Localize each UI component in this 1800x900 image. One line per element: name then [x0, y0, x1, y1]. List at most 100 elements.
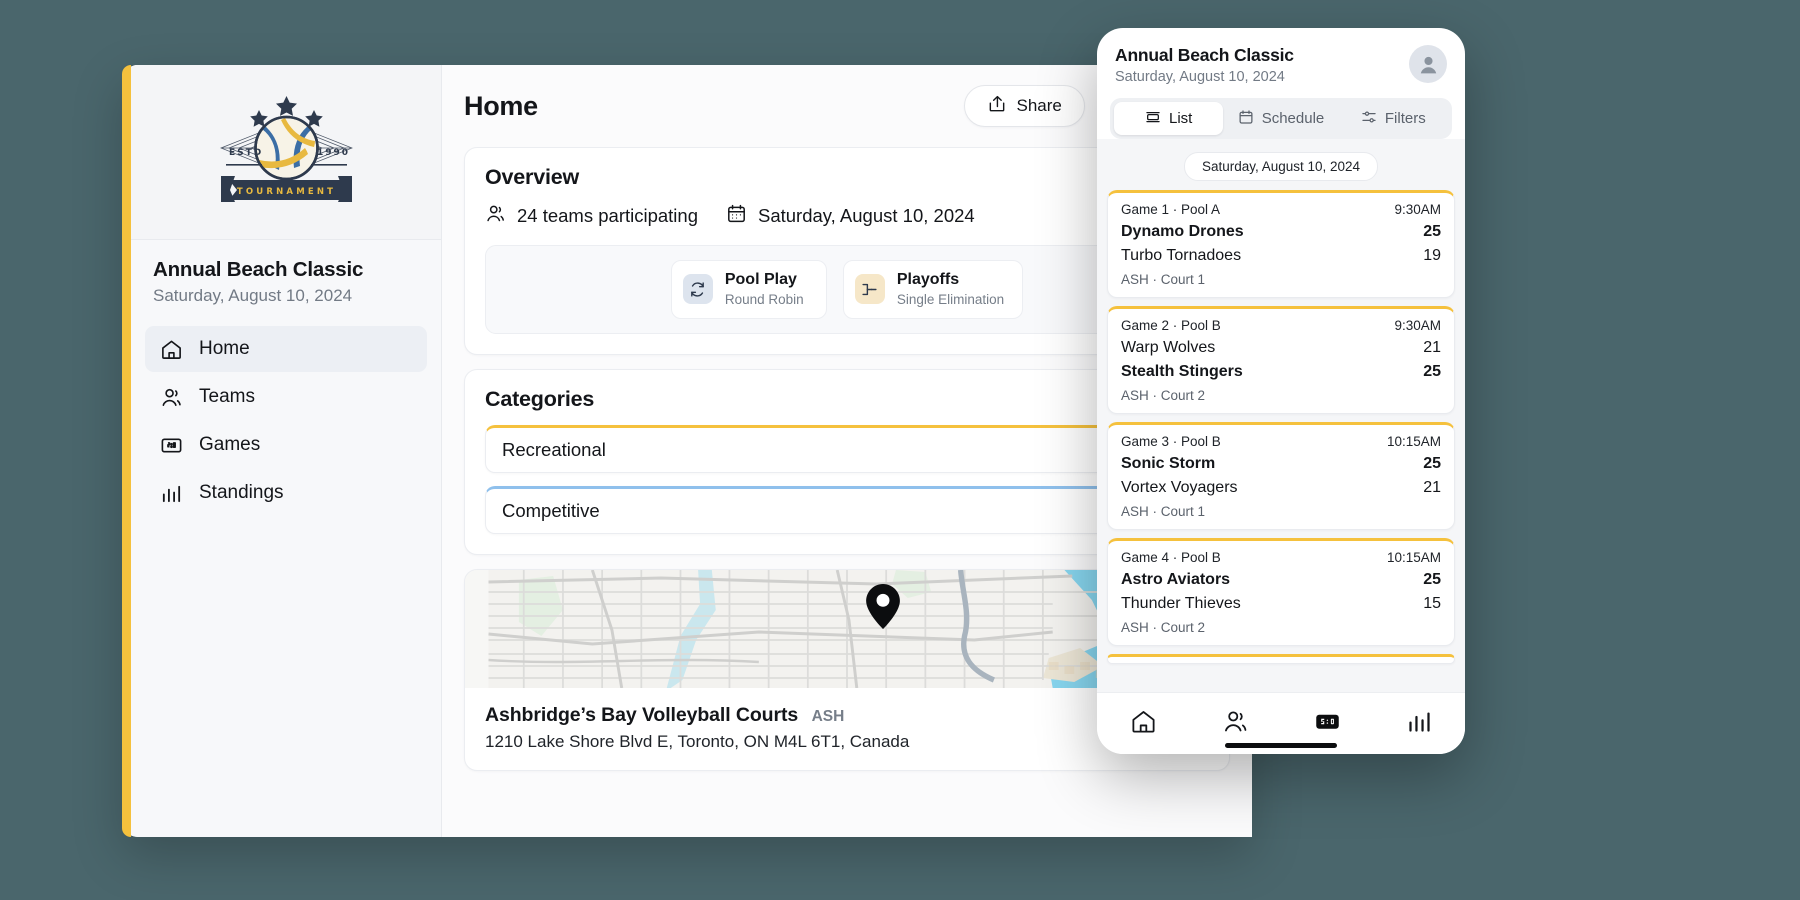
logo-year-text: 1990 — [317, 148, 350, 158]
phone-titles: Annual Beach Classic Saturday, August 10… — [1115, 45, 1409, 85]
game-card[interactable]: Game 3 · Pool B 10:15AM Sonic Storm 25 V… — [1107, 422, 1455, 530]
game-card[interactable]: Game 2 · Pool B 9:30AM Warp Wolves 21 St… — [1107, 306, 1455, 414]
team-score: 19 — [1423, 247, 1441, 265]
phone-game-list[interactable]: Saturday, August 10, 2024 Game 1 · Pool … — [1097, 139, 1465, 692]
game-card[interactable]: Game 4 · Pool B 10:15AM Astro Aviators 2… — [1107, 538, 1455, 646]
volleyball-tournament-logo: ESTD 1990 TOURNAMENT — [199, 88, 374, 216]
game-card-partial[interactable] — [1107, 654, 1455, 664]
sidebar-item-label: Games — [199, 434, 260, 456]
game-team-row: Astro Aviators 25 — [1121, 571, 1441, 589]
game-court: ASH · Court 2 — [1121, 388, 1441, 403]
avatar[interactable] — [1409, 45, 1447, 83]
team-score: 25 — [1423, 363, 1441, 381]
sidebar-item-standings[interactable]: Standings — [145, 470, 427, 516]
sidebar-item-games[interactable]: Games — [145, 422, 427, 468]
game-court: ASH · Court 1 — [1121, 504, 1441, 519]
sidebar: ESTD 1990 TOURNAMENT Annual Beach Classi… — [122, 65, 442, 837]
location-code: ASH — [812, 708, 845, 725]
team-score: 25 — [1423, 455, 1441, 473]
people-icon — [1222, 708, 1249, 740]
format-pool-play[interactable]: Pool Play Round Robin — [671, 260, 827, 319]
bar-chart-icon — [1406, 708, 1433, 740]
tab-label: List — [1169, 110, 1192, 127]
phone-header: Annual Beach Classic Saturday, August 10… — [1097, 28, 1465, 85]
game-court: ASH · Court 2 — [1121, 620, 1441, 635]
team-name: Warp Wolves — [1121, 339, 1423, 357]
team-score: 25 — [1423, 571, 1441, 589]
scoreboard-icon — [1314, 708, 1341, 740]
sidebar-item-teams[interactable]: Teams — [145, 374, 427, 420]
teams-count-label: 24 teams participating — [517, 205, 698, 227]
team-name: Stealth Stingers — [1121, 363, 1423, 381]
share-button[interactable]: Share — [964, 85, 1085, 127]
tab-label: Filters — [1385, 110, 1426, 127]
date-chip: Saturday, August 10, 2024 — [1184, 152, 1378, 181]
sidebar-item-home[interactable]: Home — [145, 326, 427, 372]
refresh-icon — [683, 274, 713, 304]
location-name: Ashbridge’s Bay Volleyball Courts — [485, 704, 798, 726]
tab-label: Schedule — [1262, 110, 1325, 127]
game-label: Game 4 · Pool B — [1121, 550, 1387, 565]
sidebar-header: Annual Beach Classic Saturday, August 10… — [131, 240, 441, 316]
bottom-nav-games[interactable] — [1281, 708, 1373, 740]
overview-date-label: Saturday, August 10, 2024 — [758, 205, 975, 227]
logo-estd-text: ESTD — [229, 148, 263, 158]
phone-date: Saturday, August 10, 2024 — [1115, 69, 1409, 85]
logo-banner-text: TOURNAMENT — [236, 187, 335, 197]
overview-date: Saturday, August 10, 2024 — [726, 203, 975, 229]
format-name: Pool Play — [725, 271, 797, 288]
sidebar-nav: Home Teams Games — [131, 316, 441, 516]
format-name: Playoffs — [897, 271, 959, 288]
game-time: 10:15AM — [1387, 434, 1441, 449]
home-icon — [1130, 708, 1157, 740]
location-address: 1210 Lake Shore Blvd E, Toronto, ON M4L … — [485, 732, 909, 752]
map-pin-icon — [866, 584, 900, 629]
game-card-header: Game 3 · Pool B 10:15AM — [1121, 434, 1441, 449]
people-icon — [485, 203, 506, 229]
game-team-row: Turbo Tornadoes 19 — [1121, 247, 1441, 265]
phone-bottom-nav — [1097, 692, 1465, 754]
game-team-row: Thunder Thieves 15 — [1121, 595, 1441, 613]
game-team-row: Vortex Voyagers 21 — [1121, 479, 1441, 497]
phone-tabs: List Schedule Filters — [1110, 98, 1452, 139]
team-score: 21 — [1423, 479, 1441, 497]
page-title: Home — [464, 91, 950, 122]
share-icon — [987, 94, 1007, 119]
tab-list[interactable]: List — [1114, 102, 1223, 135]
filters-icon — [1361, 109, 1377, 129]
bottom-nav-teams[interactable] — [1189, 708, 1281, 740]
game-court: ASH · Court 1 — [1121, 272, 1441, 287]
team-score: 15 — [1423, 595, 1441, 613]
window-accent-bar — [122, 65, 131, 837]
game-card-header: Game 2 · Pool B 9:30AM — [1121, 318, 1441, 333]
format-playoffs[interactable]: Playoffs Single Elimination — [843, 260, 1023, 319]
category-label: Recreational — [502, 439, 606, 461]
game-team-row: Stealth Stingers 25 — [1121, 363, 1441, 381]
tournament-logo: ESTD 1990 TOURNAMENT — [131, 65, 441, 240]
game-card-header: Game 1 · Pool A 9:30AM — [1121, 202, 1441, 217]
home-icon — [159, 337, 183, 361]
bracket-icon — [855, 274, 885, 304]
team-name: Turbo Tornadoes — [1121, 247, 1423, 265]
game-label: Game 1 · Pool A — [1121, 202, 1394, 217]
screen: ESTD 1990 TOURNAMENT Annual Beach Classi… — [0, 0, 1800, 900]
user-avatar-icon — [1416, 52, 1441, 77]
scoreboard-icon — [159, 433, 183, 457]
list-icon — [1145, 109, 1161, 129]
desktop-window: ESTD 1990 TOURNAMENT Annual Beach Classi… — [122, 65, 1252, 837]
team-name: Astro Aviators — [1121, 571, 1423, 589]
team-name: Thunder Thieves — [1121, 595, 1423, 613]
bottom-nav-home[interactable] — [1097, 708, 1189, 740]
location-name-row: Ashbridge’s Bay Volleyball Courts ASH — [485, 704, 909, 727]
game-card[interactable]: Game 1 · Pool A 9:30AM Dynamo Drones 25 … — [1107, 190, 1455, 298]
game-time: 9:30AM — [1394, 318, 1441, 333]
format-sub: Round Robin — [725, 291, 804, 309]
bottom-nav-standings[interactable] — [1373, 708, 1465, 740]
calendar-icon — [1238, 109, 1254, 129]
category-label: Competitive — [502, 500, 600, 522]
sidebar-item-label: Teams — [199, 386, 255, 408]
tab-filters[interactable]: Filters — [1339, 102, 1448, 135]
team-name: Dynamo Drones — [1121, 223, 1423, 241]
game-team-row: Warp Wolves 21 — [1121, 339, 1441, 357]
tab-schedule[interactable]: Schedule — [1226, 102, 1335, 135]
